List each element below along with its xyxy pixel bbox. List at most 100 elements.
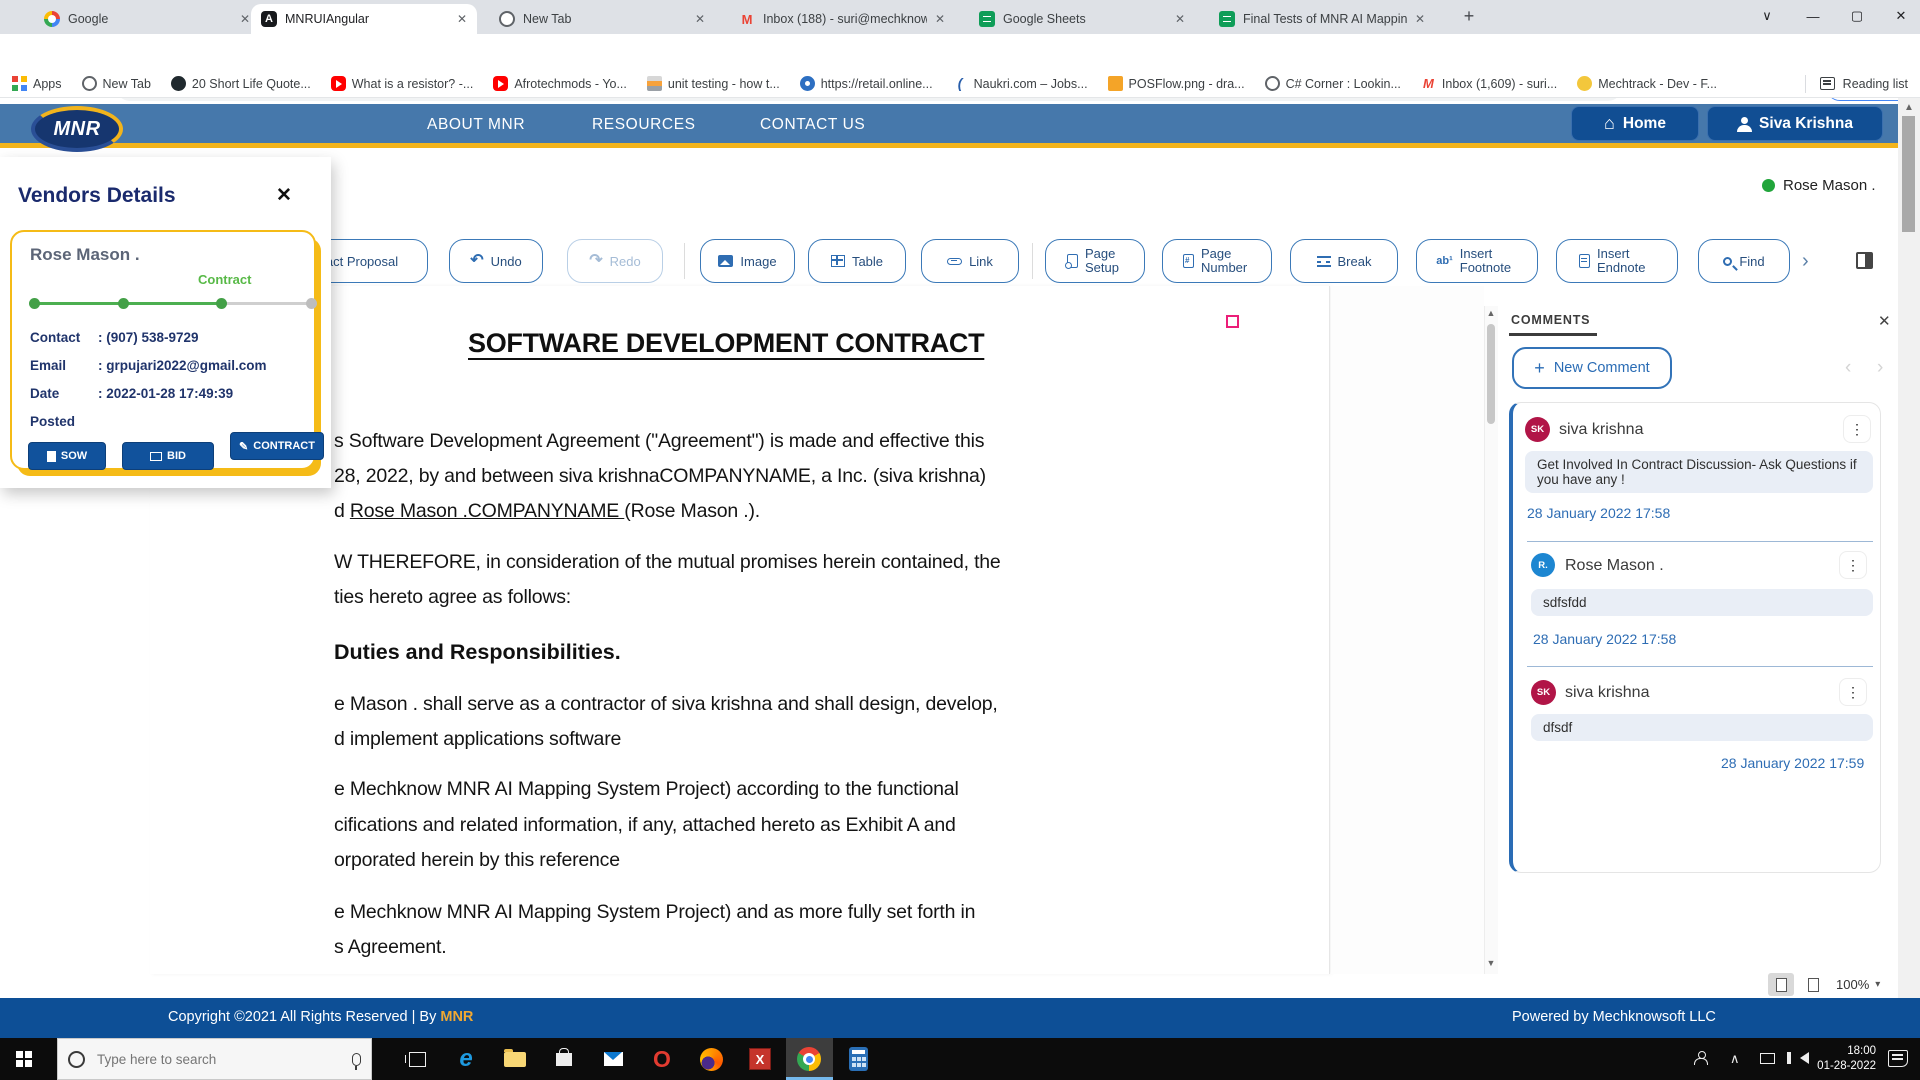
window-maximize-button[interactable]: ▢ [1836, 0, 1878, 32]
window-close-button[interactable]: ✕ [1880, 0, 1920, 32]
reading-list-button[interactable]: Reading list [1805, 75, 1908, 93]
footer-brand-link[interactable]: MNR [440, 1009, 473, 1025]
comments-prev-icon[interactable]: ‹ [1845, 357, 1851, 379]
bookmark-quotes[interactable]: 20 Short Life Quote... [171, 76, 311, 91]
tray-people-icon[interactable] [1694, 1051, 1707, 1065]
bookmark-inbox[interactable]: MInbox (1,609) - suri... [1421, 76, 1557, 91]
side-panel-toggle-icon[interactable] [1856, 252, 1873, 269]
toolbar-redo-button[interactable]: ↷ Redo [567, 239, 663, 283]
bookmark-csharp-corner[interactable]: C# Corner : Lookin... [1265, 76, 1401, 91]
file-explorer-app-icon[interactable] [502, 1046, 528, 1072]
browser-scrollbar[interactable] [1898, 98, 1920, 1038]
button-label: New Comment [1554, 360, 1650, 376]
comment-menu-icon[interactable]: ⋮ [1839, 551, 1867, 579]
scroll-up-icon[interactable]: ▲ [1898, 102, 1920, 113]
comment-menu-icon[interactable]: ⋮ [1839, 678, 1867, 706]
nav-link-resources[interactable]: RESOURCES [592, 116, 696, 134]
bookmark-afrotechmods[interactable]: Afrotechmods - Yo... [493, 76, 627, 91]
browser-scrollbar-thumb[interactable] [1902, 116, 1915, 232]
progress-dot-2 [118, 298, 129, 309]
tab-search-icon[interactable]: ∨ [1746, 0, 1788, 32]
toolbar-link-button[interactable]: Link [921, 239, 1019, 283]
store-app-icon[interactable] [551, 1046, 577, 1072]
toolbar-undo-button[interactable]: ↶ Undo [449, 239, 543, 283]
task-view-button[interactable] [404, 1046, 430, 1072]
bookmark-new-tab[interactable]: New Tab [82, 76, 151, 91]
tab-close-icon[interactable]: ✕ [695, 12, 705, 26]
apps-grid-icon [12, 76, 27, 91]
home-button[interactable]: ⌂ Home [1571, 106, 1699, 141]
bookmark-naukri[interactable]: (Naukri.com – Jobs... [953, 76, 1088, 91]
document-scrollbar-thumb[interactable] [1487, 324, 1495, 424]
toolbar-find-button[interactable]: Find [1698, 239, 1790, 283]
tray-hidden-icons-chevron[interactable]: ∧ [1730, 1051, 1740, 1067]
button-label: Insert Footnote [1460, 247, 1518, 275]
zoom-control[interactable]: 100% ▾ [1836, 977, 1880, 992]
bookmark-unit-testing[interactable]: unit testing - how t... [647, 76, 780, 91]
bookmark-label: C# Corner : Lookin... [1286, 77, 1401, 91]
tab-mnruiangular[interactable]: A MNRUIAngular ✕ [251, 4, 477, 34]
nav-link-contact-us[interactable]: CONTACT US [760, 116, 865, 134]
endnote-icon [1579, 254, 1590, 268]
new-comment-button[interactable]: + New Comment [1512, 347, 1672, 389]
field-label: Contact [30, 330, 80, 345]
vendors-panel-close-icon[interactable]: ✕ [276, 184, 292, 207]
sow-button[interactable]: SOW [28, 442, 106, 470]
toolbar-break-button[interactable]: Break [1290, 239, 1398, 283]
tab-close-icon[interactable]: ✕ [1415, 12, 1425, 26]
opera-app-icon[interactable]: O [649, 1046, 675, 1072]
user-profile-button[interactable]: Siva Krishna [1707, 106, 1883, 141]
new-tab-button[interactable]: + [1448, 0, 1490, 32]
toolbar-table-button[interactable]: Table [808, 239, 906, 283]
nav-link-about-mnr[interactable]: ABOUT MNR [427, 116, 525, 134]
tab-google-sheets[interactable]: Google Sheets ✕ [969, 4, 1195, 34]
contract-button[interactable]: ✎ CONTRACT [230, 432, 324, 460]
firefox-app-icon[interactable] [698, 1046, 724, 1072]
toolbar-page-setup-button[interactable]: Page Setup [1045, 239, 1145, 283]
scroll-up-icon[interactable]: ▲ [1484, 308, 1498, 318]
tab-gmail-inbox[interactable]: M Inbox (188) - suri@mechknowsof ✕ [729, 4, 955, 34]
mnr-logo[interactable]: MNR [31, 106, 123, 152]
taskbar-search-input[interactable] [95, 1051, 342, 1068]
print-layout-view-icon[interactable] [1768, 973, 1794, 996]
bookmark-apps[interactable]: Apps [12, 76, 62, 91]
comments-close-icon[interactable]: ✕ [1878, 312, 1891, 330]
tab-close-icon[interactable]: ✕ [240, 12, 250, 26]
window-minimize-button[interactable]: — [1792, 0, 1834, 32]
web-layout-view-icon[interactable] [1800, 973, 1826, 996]
tab-google[interactable]: Google ✕ [34, 4, 260, 34]
bookmark-resistor-video[interactable]: What is a resistor? -... [331, 76, 474, 91]
mail-app-icon[interactable] [600, 1046, 626, 1072]
bookmark-retail-online[interactable]: https://retail.online... [800, 76, 933, 91]
sheets-favicon [1219, 11, 1235, 27]
action-center-icon[interactable] [1888, 1050, 1908, 1067]
microphone-icon[interactable] [352, 1053, 361, 1066]
bookmark-mechtrack[interactable]: Mechtrack - Dev - F... [1577, 76, 1717, 91]
toolbar-page-number-button[interactable]: Page Number [1162, 239, 1272, 283]
bid-button[interactable]: BID [122, 442, 214, 470]
toolbar-insert-endnote-button[interactable]: Insert Endnote [1556, 239, 1678, 283]
chrome-app-icon[interactable] [796, 1046, 822, 1072]
tab-close-icon[interactable]: ✕ [1175, 12, 1185, 26]
toolbar-insert-footnote-button[interactable]: ab¹ Insert Footnote [1416, 239, 1538, 283]
paint-app-icon[interactable]: X [747, 1046, 773, 1072]
edge-app-icon[interactable]: e [453, 1046, 479, 1072]
comment-menu-icon[interactable]: ⋮ [1843, 415, 1871, 443]
taskbar-search[interactable] [57, 1038, 372, 1080]
comments-next-icon[interactable]: › [1877, 357, 1883, 379]
tray-network-icon[interactable] [1760, 1053, 1775, 1064]
bookmark-posflow[interactable]: POSFlow.png - dra... [1108, 76, 1245, 91]
calculator-app-icon[interactable] [845, 1046, 871, 1072]
button-label: Undo [491, 254, 522, 269]
toolbar-overflow-chevron-icon[interactable]: › [1802, 250, 1809, 273]
tab-final-tests[interactable]: Final Tests of MNR AI Mapping S ✕ [1209, 4, 1435, 34]
tab-close-icon[interactable]: ✕ [935, 12, 945, 26]
taskbar-clock[interactable]: 18:00 01-28-2022 [1806, 1044, 1876, 1074]
document-heading: Duties and Responsibilities. [334, 640, 621, 665]
tab-new-tab[interactable]: New Tab ✕ [489, 4, 715, 34]
toolbar-image-button[interactable]: Image [700, 239, 795, 283]
start-button[interactable] [16, 1051, 32, 1067]
bookmark-label: unit testing - how t... [668, 77, 780, 91]
scroll-down-icon[interactable]: ▼ [1484, 958, 1498, 968]
tab-close-icon[interactable]: ✕ [457, 12, 467, 26]
